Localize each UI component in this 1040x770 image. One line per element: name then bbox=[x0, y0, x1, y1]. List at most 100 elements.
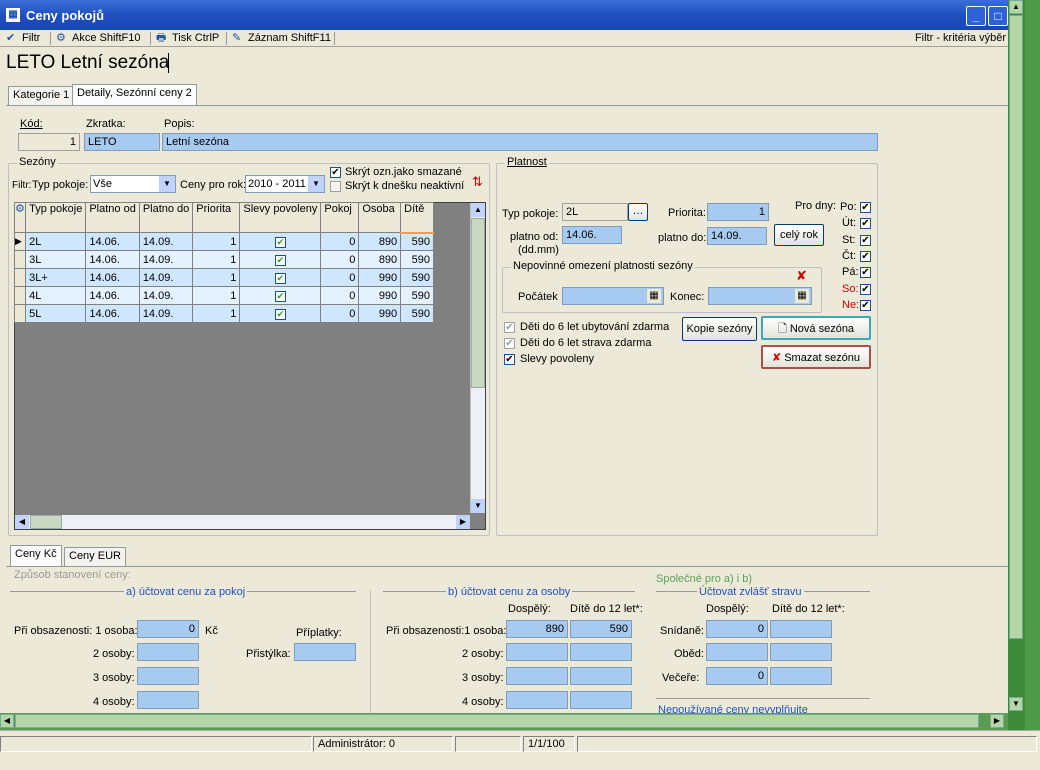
table-cell[interactable]: 590 bbox=[400, 232, 434, 251]
adult-price-1[interactable] bbox=[506, 620, 568, 638]
lookup-button[interactable]: … bbox=[628, 203, 648, 221]
filter-button[interactable]: ✔ Filtr bbox=[4, 31, 40, 46]
child-price-3[interactable] bbox=[570, 667, 632, 685]
table-cell[interactable]: 3L bbox=[25, 250, 87, 269]
table-cell[interactable]: 14.06. bbox=[85, 232, 140, 251]
valid-to-field[interactable] bbox=[707, 227, 767, 245]
table-cell[interactable]: 14.09. bbox=[138, 232, 194, 251]
dinner-adult-field[interactable] bbox=[706, 667, 768, 685]
adult-price-4[interactable] bbox=[506, 691, 568, 709]
table-cell[interactable]: 14.06. bbox=[85, 268, 140, 287]
table-cell[interactable]: 4L bbox=[25, 286, 87, 305]
window-hscroll-thumb[interactable] bbox=[15, 714, 979, 728]
column-header[interactable]: Slevy povoleny bbox=[239, 202, 322, 233]
discounts-checkbox[interactable]: ✔ bbox=[504, 354, 515, 365]
hscroll-thumb[interactable] bbox=[30, 515, 62, 529]
table-cell[interactable]: 1 bbox=[192, 286, 241, 305]
day-checkbox[interactable]: ✔ bbox=[860, 267, 871, 279]
v-priority-field[interactable] bbox=[707, 203, 769, 221]
discount-checkbox[interactable]: ✔ bbox=[274, 272, 286, 284]
table-row[interactable]: 3L 14.06. 14.09. 1 ✔ 0 890 590 bbox=[13, 250, 434, 269]
row-selector[interactable] bbox=[13, 304, 27, 323]
v-room-type-field[interactable] bbox=[562, 203, 628, 221]
kids-food-checkbox[interactable]: ✔ bbox=[504, 338, 515, 349]
whole-year-button[interactable]: celý rok bbox=[774, 224, 824, 246]
table-row[interactable]: 5L 14.06. 14.09. 1 ✔ 0 990 590 bbox=[13, 304, 434, 323]
child-price-4[interactable] bbox=[570, 691, 632, 709]
table-cell[interactable]: 14.09. bbox=[138, 250, 194, 269]
breakfast-child-field[interactable] bbox=[770, 620, 832, 638]
kod-field[interactable] bbox=[18, 133, 80, 151]
table-cell[interactable]: 990 bbox=[358, 286, 402, 305]
day-checkbox[interactable]: ✔ bbox=[860, 234, 871, 246]
dinner-child-field[interactable] bbox=[770, 667, 832, 685]
scroll-left-icon[interactable]: ◀ bbox=[0, 714, 14, 728]
day-checkbox[interactable]: ✔ bbox=[860, 202, 871, 213]
column-header[interactable]: Platno do bbox=[138, 202, 194, 233]
table-cell[interactable]: 14.09. bbox=[138, 304, 194, 323]
table-cell[interactable]: 0 bbox=[320, 268, 360, 287]
chevron-down-icon[interactable]: ▼ bbox=[308, 176, 324, 192]
grid-horizontal-scrollbar[interactable]: ◀ ▶ bbox=[15, 515, 470, 529]
table-cell[interactable]: 890 bbox=[358, 250, 402, 269]
window-horizontal-scrollbar[interactable]: ◀ ▶ bbox=[0, 713, 1008, 730]
row-selector[interactable]: ▶ bbox=[13, 232, 27, 251]
table-cell[interactable]: ✔ bbox=[239, 250, 322, 269]
refresh-icon[interactable]: ⇅ bbox=[472, 174, 483, 190]
table-cell[interactable]: 590 bbox=[400, 304, 434, 323]
row-selector[interactable] bbox=[13, 250, 27, 269]
zkratka-field[interactable] bbox=[84, 133, 160, 151]
table-cell[interactable]: 990 bbox=[358, 268, 402, 287]
column-header[interactable]: Osoba bbox=[358, 202, 402, 233]
scroll-left-icon[interactable]: ◀ bbox=[15, 515, 29, 529]
table-cell[interactable]: ✔ bbox=[239, 268, 322, 287]
table-cell[interactable]: 0 bbox=[320, 286, 360, 305]
day-checkbox[interactable]: ✔ bbox=[860, 218, 871, 230]
extra-bed-field[interactable] bbox=[294, 643, 356, 661]
hide-deleted-checkbox[interactable]: ✔ bbox=[330, 167, 341, 178]
calendar-icon[interactable]: ▦ bbox=[647, 289, 661, 303]
day-checkbox[interactable]: ✔ bbox=[860, 250, 871, 262]
column-header[interactable]: Dítě bbox=[400, 202, 434, 234]
table-cell[interactable]: ✔ bbox=[239, 232, 322, 251]
day-checkbox[interactable]: ✔ bbox=[860, 299, 871, 311]
popis-field[interactable] bbox=[162, 133, 878, 151]
breakfast-adult-field[interactable] bbox=[706, 620, 768, 638]
grid-vertical-scrollbar[interactable]: ▲ ▼ bbox=[470, 203, 485, 513]
discount-checkbox[interactable]: ✔ bbox=[274, 308, 286, 320]
scroll-right-icon[interactable]: ▶ bbox=[456, 515, 470, 529]
table-cell[interactable]: 990 bbox=[358, 304, 402, 323]
adult-price-3[interactable] bbox=[506, 667, 568, 685]
table-row[interactable]: 3L+ 14.06. 14.09. 1 ✔ 0 990 590 bbox=[13, 268, 434, 287]
column-header[interactable]: Pokoj bbox=[320, 202, 360, 233]
table-cell[interactable]: 590 bbox=[400, 268, 434, 287]
actions-button[interactable]: ⚙ Akce ShiftF10 bbox=[54, 31, 140, 46]
record-button[interactable]: ✎ Záznam ShiftF11 bbox=[230, 31, 331, 46]
table-cell[interactable]: 1 bbox=[192, 268, 241, 287]
adult-price-2[interactable] bbox=[506, 643, 568, 661]
chevron-down-icon[interactable]: ▼ bbox=[159, 176, 175, 192]
tab-ceny-eur[interactable]: Ceny EUR bbox=[64, 547, 126, 567]
table-cell[interactable]: 1 bbox=[192, 304, 241, 323]
table-cell[interactable]: 14.06. bbox=[85, 304, 140, 323]
scroll-thumb[interactable] bbox=[471, 218, 485, 388]
maximize-button[interactable]: □ bbox=[988, 6, 1008, 26]
room-price-2[interactable] bbox=[137, 643, 199, 661]
lunch-adult-field[interactable] bbox=[706, 643, 768, 661]
discount-checkbox[interactable]: ✔ bbox=[274, 290, 286, 302]
row-selector[interactable] bbox=[13, 286, 27, 305]
table-cell[interactable]: 1 bbox=[192, 232, 241, 251]
room-price-3[interactable] bbox=[137, 667, 199, 685]
child-price-1[interactable] bbox=[570, 620, 632, 638]
scroll-down-icon[interactable]: ▼ bbox=[1009, 697, 1023, 711]
scroll-right-icon[interactable]: ▶ bbox=[990, 714, 1004, 728]
scroll-up-icon[interactable]: ▲ bbox=[471, 203, 485, 217]
tab-ceny-kc[interactable]: Ceny Kč bbox=[10, 545, 62, 567]
table-cell[interactable]: 590 bbox=[400, 286, 434, 305]
lunch-child-field[interactable] bbox=[770, 643, 832, 661]
window-vertical-scrollbar[interactable]: ▲ ▼ bbox=[1008, 0, 1040, 730]
end-date-field[interactable]: ▦ bbox=[708, 287, 812, 305]
table-cell[interactable]: 890 bbox=[358, 232, 402, 251]
table-cell[interactable]: 14.09. bbox=[138, 268, 194, 287]
table-row[interactable]: 4L 14.06. 14.09. 1 ✔ 0 990 590 bbox=[13, 286, 434, 305]
